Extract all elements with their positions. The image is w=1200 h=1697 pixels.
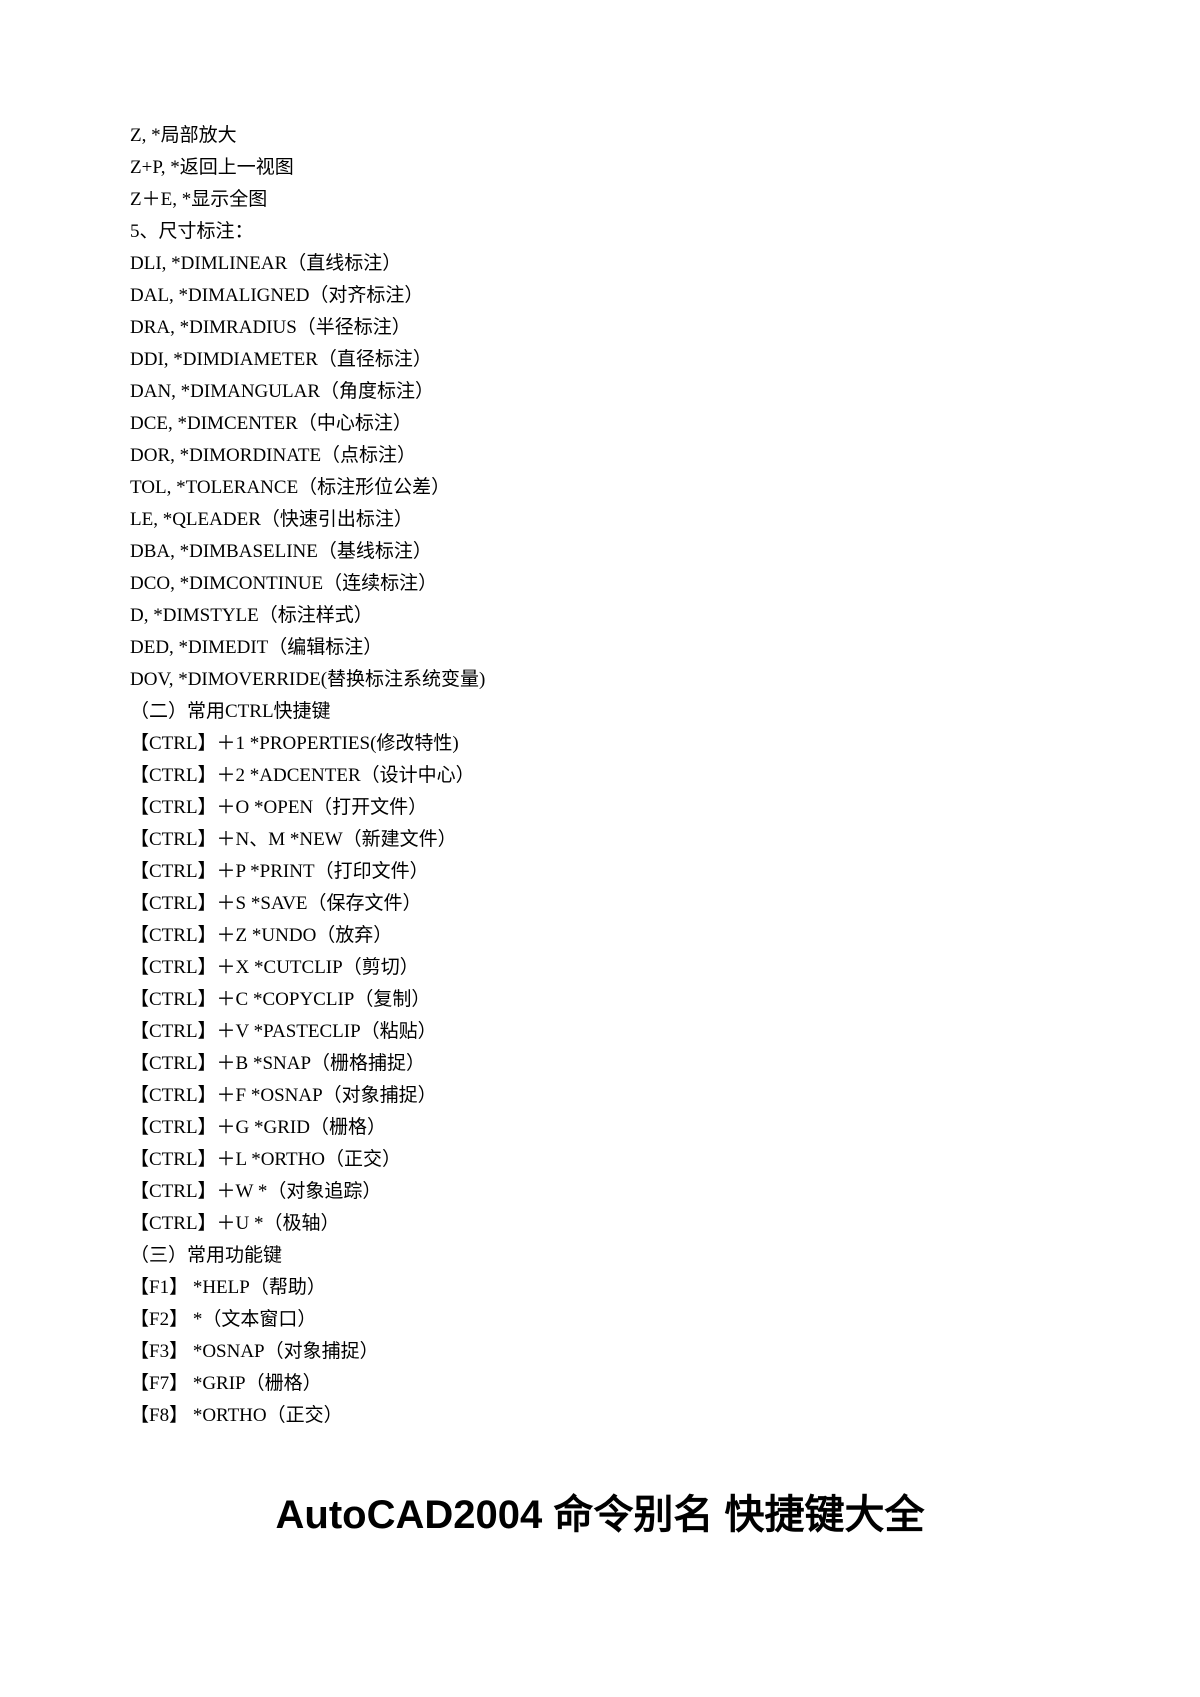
text-line: DAN, *DIMANGULAR（角度标注） bbox=[130, 376, 1070, 408]
text-line: 【CTRL】＋1 *PROPERTIES(修改特性) bbox=[130, 728, 1070, 760]
text-line: 【CTRL】＋C *COPYCLIP（复制） bbox=[130, 984, 1070, 1016]
text-line: DRA, *DIMRADIUS（半径标注） bbox=[130, 312, 1070, 344]
text-line: 【CTRL】＋W *（对象追踪） bbox=[130, 1176, 1070, 1208]
text-line: DCE, *DIMCENTER（中心标注） bbox=[130, 408, 1070, 440]
text-line: D, *DIMSTYLE（标注样式） bbox=[130, 600, 1070, 632]
text-line: 【CTRL】＋P *PRINT（打印文件） bbox=[130, 856, 1070, 888]
text-line: （三）常用功能键 bbox=[130, 1240, 1070, 1272]
text-line: DDI, *DIMDIAMETER（直径标注） bbox=[130, 344, 1070, 376]
text-line: 【CTRL】＋Z *UNDO（放弃） bbox=[130, 920, 1070, 952]
text-line: 【CTRL】＋O *OPEN（打开文件） bbox=[130, 792, 1070, 824]
text-line: 【CTRL】＋U *（极轴） bbox=[130, 1208, 1070, 1240]
text-line: 【CTRL】＋N、M *NEW（新建文件） bbox=[130, 824, 1070, 856]
text-line: DBA, *DIMBASELINE（基线标注） bbox=[130, 536, 1070, 568]
text-line: 【CTRL】＋L *ORTHO（正交） bbox=[130, 1144, 1070, 1176]
text-line: Z＋E, *显示全图 bbox=[130, 184, 1070, 216]
text-line: 【CTRL】＋X *CUTCLIP（剪切） bbox=[130, 952, 1070, 984]
text-line: 【CTRL】＋G *GRID（栅格） bbox=[130, 1112, 1070, 1144]
text-line: DAL, *DIMALIGNED（对齐标注） bbox=[130, 280, 1070, 312]
text-line: 【F3】 *OSNAP（对象捕捉） bbox=[130, 1336, 1070, 1368]
text-line: LE, *QLEADER（快速引出标注） bbox=[130, 504, 1070, 536]
text-line: DOV, *DIMOVERRIDE(替换标注系统变量) bbox=[130, 664, 1070, 696]
text-line: DED, *DIMEDIT（编辑标注） bbox=[130, 632, 1070, 664]
text-line: 【CTRL】＋V *PASTECLIP（粘贴） bbox=[130, 1016, 1070, 1048]
text-line: DCO, *DIMCONTINUE（连续标注） bbox=[130, 568, 1070, 600]
text-line: 【F2】 *（文本窗口） bbox=[130, 1304, 1070, 1336]
text-line: 【F8】 *ORTHO（正交） bbox=[130, 1400, 1070, 1432]
text-line: 【CTRL】＋B *SNAP（栅格捕捉） bbox=[130, 1048, 1070, 1080]
document-title: AutoCAD2004 命令别名 快捷键大全 bbox=[130, 1482, 1070, 1540]
document-body: Z, *局部放大Z+P, *返回上一视图Z＋E, *显示全图5、尺寸标注：DLI… bbox=[130, 120, 1070, 1432]
text-line: 【CTRL】＋S *SAVE（保存文件） bbox=[130, 888, 1070, 920]
text-line: 【F7】 *GRIP（栅格） bbox=[130, 1368, 1070, 1400]
text-line: （二）常用CTRL快捷键 bbox=[130, 696, 1070, 728]
text-line: DLI, *DIMLINEAR（直线标注） bbox=[130, 248, 1070, 280]
text-line: 5、尺寸标注： bbox=[130, 216, 1070, 248]
text-line: TOL, *TOLERANCE（标注形位公差） bbox=[130, 472, 1070, 504]
text-line: DOR, *DIMORDINATE（点标注） bbox=[130, 440, 1070, 472]
text-line: 【F1】 *HELP（帮助） bbox=[130, 1272, 1070, 1304]
text-line: 【CTRL】＋2 *ADCENTER（设计中心） bbox=[130, 760, 1070, 792]
text-line: Z, *局部放大 bbox=[130, 120, 1070, 152]
text-line: 【CTRL】＋F *OSNAP（对象捕捉） bbox=[130, 1080, 1070, 1112]
text-line: Z+P, *返回上一视图 bbox=[130, 152, 1070, 184]
